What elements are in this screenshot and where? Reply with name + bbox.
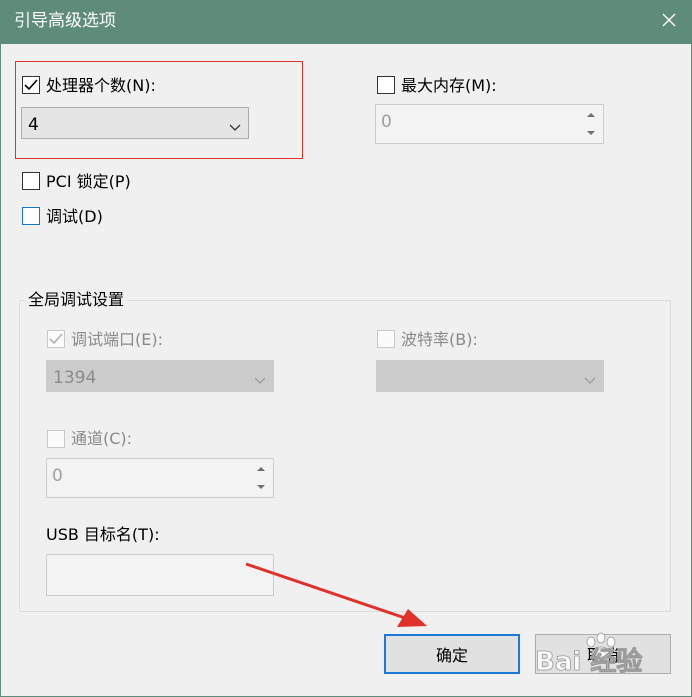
- baidu-watermark: Bai 经验: [531, 630, 681, 686]
- close-icon: [661, 12, 677, 32]
- annotation-arrow: [245, 562, 427, 627]
- dialog-window: 引导高级选项 处理器个数(N): 4 最大内存(M): 0 PCI 锁定(P) …: [0, 0, 692, 697]
- dialog-body: 处理器个数(N): 4 最大内存(M): 0 PCI 锁定(P) 调试(D) 全…: [1, 44, 691, 696]
- close-button[interactable]: [646, 0, 692, 44]
- title-bar: 引导高级选项: [0, 0, 692, 44]
- watermark-text: Bai 经验: [535, 646, 642, 677]
- window-title: 引导高级选项: [14, 11, 116, 31]
